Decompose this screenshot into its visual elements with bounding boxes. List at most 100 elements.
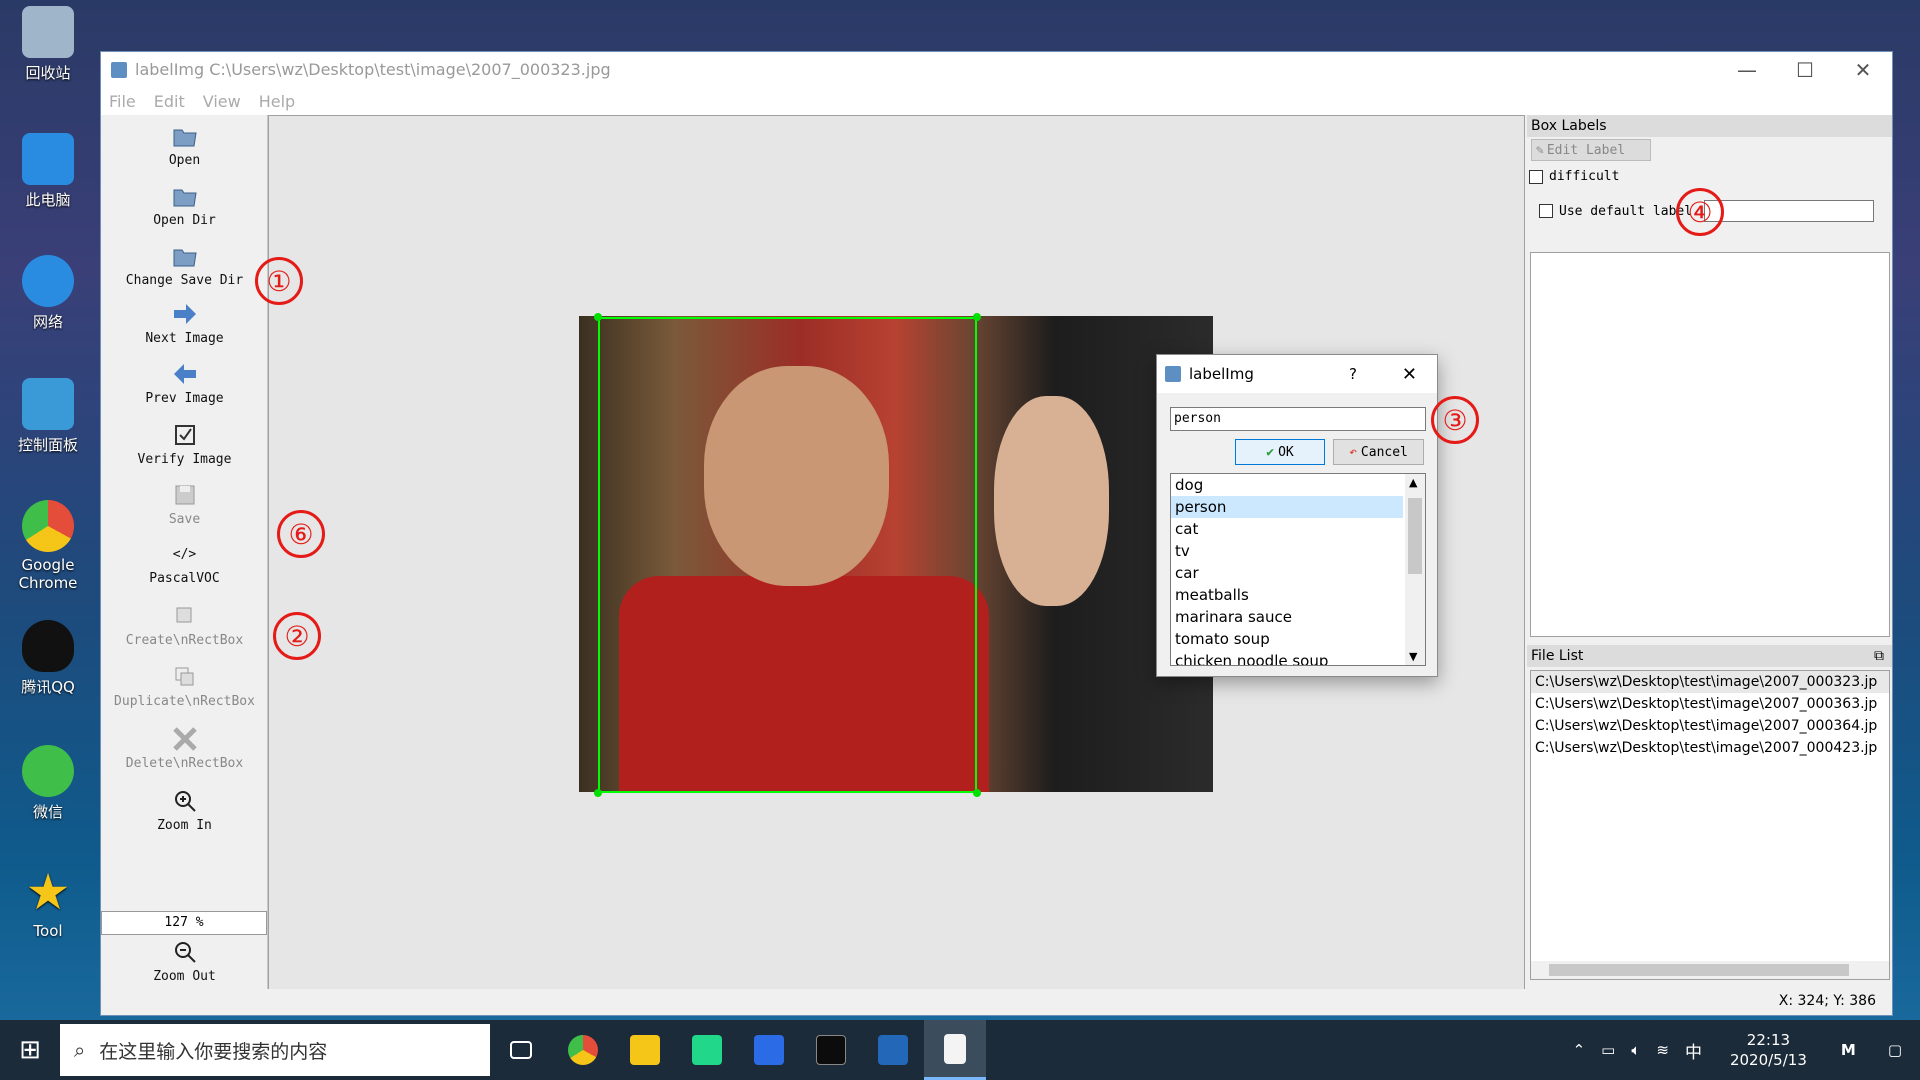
bbox-handle[interactable]	[594, 789, 602, 797]
label-option[interactable]: meatballs	[1171, 584, 1403, 606]
desktop-icon-qq[interactable]: 腾讯QQ	[8, 620, 88, 697]
change-save-dir-button[interactable]: Change Save Dir	[101, 243, 268, 288]
verify-image-button[interactable]: Verify Image	[101, 422, 268, 467]
battery-icon[interactable]: ▭	[1601, 1041, 1615, 1059]
zoom-out-button[interactable]: Zoom Out	[101, 939, 268, 984]
checkbox-box	[1529, 169, 1543, 184]
checkbox-checked-icon	[172, 422, 198, 448]
label-list[interactable]	[1530, 252, 1890, 637]
annotation-3: ③	[1431, 396, 1479, 444]
file-list-title-text: File List	[1531, 648, 1584, 664]
help-button[interactable]: ?	[1349, 365, 1357, 383]
scrollbar-thumb[interactable]	[1549, 964, 1849, 976]
scroll-up-icon[interactable]: ▲	[1409, 476, 1417, 489]
window-title: labelImg C:\Users\wz\Desktop\test\image\…	[135, 60, 611, 79]
chevron-up-icon[interactable]: ⌃	[1573, 1041, 1586, 1059]
desktop-icon-wechat[interactable]: 微信	[8, 745, 88, 822]
edit-label-text: Edit Label	[1546, 142, 1626, 158]
bbox-handle[interactable]	[594, 313, 602, 321]
status-bar: X: 324; Y: 386	[101, 989, 1892, 1015]
create-rectbox-button[interactable]: Create\nRectBox	[101, 603, 268, 648]
label-input[interactable]: person	[1170, 407, 1426, 431]
menu-help[interactable]: Help	[259, 92, 295, 111]
desktop-icon-chrome[interactable]: Google Chrome	[8, 500, 88, 592]
delete-x-icon	[172, 726, 198, 752]
taskbar-search[interactable]: ⌕ 在这里输入你要搜索的内容	[60, 1024, 490, 1076]
difficult-checkbox[interactable]: difficult	[1529, 169, 1892, 184]
next-image-button[interactable]: Next Image	[101, 301, 268, 346]
minimize-button[interactable]: —	[1718, 52, 1776, 87]
file-list-item[interactable]: C:\Users\wz\Desktop\test\image\2007_0003…	[1531, 671, 1889, 693]
window-controls: — ☐ ✕	[1718, 52, 1892, 87]
powershell-icon[interactable]	[862, 1020, 924, 1080]
dialog-close-button[interactable]: ✕	[1402, 364, 1417, 385]
desktop-icon-recycle-bin[interactable]: 回收站	[8, 6, 88, 83]
desktop-icon-network[interactable]: 网络	[8, 255, 88, 332]
labelimg-taskbar-icon[interactable]	[924, 1020, 986, 1080]
network-globe-icon	[22, 255, 74, 307]
clock[interactable]: 22:13 2020/5/13	[1730, 1030, 1807, 1070]
app-logo-icon[interactable]: M	[1841, 1041, 1856, 1059]
create-rect-icon	[172, 603, 198, 629]
open-dir-button[interactable]: Open Dir	[101, 183, 268, 228]
delete-rectbox-button[interactable]: Delete\nRectBox	[101, 726, 268, 771]
pycharm-icon[interactable]	[676, 1020, 738, 1080]
cancel-button[interactable]: ↶ Cancel	[1333, 439, 1424, 465]
float-dock-icon[interactable]: ⧉	[1874, 645, 1884, 667]
desktop-icon-tool[interactable]: ★ Tool	[8, 866, 88, 940]
close-button[interactable]: ✕	[1834, 52, 1892, 87]
label-option[interactable]: dog	[1171, 474, 1403, 496]
label-option[interactable]: tv	[1171, 540, 1403, 562]
window-titlebar[interactable]: labelImg C:\Users\wz\Desktop\test\image\…	[101, 52, 1892, 87]
default-label-input[interactable]	[1704, 200, 1875, 222]
label-history-list[interactable]: dog person cat tv car meatballs marinara…	[1170, 473, 1426, 666]
wifi-icon[interactable]: ≋	[1656, 1041, 1669, 1059]
system-tray: ⌃ ▭ 🔈︎ ≋ 中 22:13 2020/5/13 M ▢	[1565, 1020, 1920, 1080]
format-toggle-button[interactable]: </> PascalVOC	[101, 541, 268, 587]
ok-button[interactable]: ✔ OK	[1235, 439, 1325, 465]
ime-indicator[interactable]: 中	[1685, 1038, 1702, 1063]
menu-view[interactable]: View	[203, 92, 241, 111]
file-list-item[interactable]: C:\Users\wz\Desktop\test\image\2007_0003…	[1531, 693, 1889, 715]
dialog-title: labelImg	[1189, 365, 1254, 383]
label-option-selected[interactable]: person	[1171, 496, 1403, 518]
start-windows-icon[interactable]: ⊞	[0, 1020, 60, 1080]
file-list-title: File List ⧉	[1527, 645, 1892, 667]
chrome-taskbar-icon[interactable]	[552, 1020, 614, 1080]
maximize-button[interactable]: ☐	[1776, 52, 1834, 87]
save-button[interactable]: Save	[101, 482, 268, 527]
label-option[interactable]: car	[1171, 562, 1403, 584]
duplicate-rectbox-button[interactable]: Duplicate\nRectBox	[101, 664, 268, 709]
bounding-box[interactable]	[598, 317, 977, 793]
computer-icon	[22, 133, 74, 185]
terminal-icon[interactable]	[800, 1020, 862, 1080]
file-list-item[interactable]: C:\Users\wz\Desktop\test\image\2007_0004…	[1531, 737, 1889, 759]
menu-file[interactable]: File	[109, 92, 136, 111]
file-explorer-icon[interactable]	[614, 1020, 676, 1080]
zoom-in-button[interactable]: Zoom In	[101, 788, 268, 833]
desktop-icon-control-panel[interactable]: 控制面板	[8, 378, 88, 455]
menu-edit[interactable]: Edit	[154, 92, 185, 111]
bbox-handle[interactable]	[973, 789, 981, 797]
label-option[interactable]: cat	[1171, 518, 1403, 540]
horizontal-scrollbar[interactable]	[1531, 961, 1889, 979]
edit-label-button[interactable]: ✎ Edit Label	[1531, 139, 1651, 161]
file-list-item[interactable]: C:\Users\wz\Desktop\test\image\2007_0003…	[1531, 715, 1889, 737]
desktop-icon-this-pc[interactable]: 此电脑	[8, 133, 88, 210]
dialog-titlebar[interactable]: labelImg ? ✕	[1157, 355, 1437, 393]
wps-writer-icon[interactable]	[738, 1020, 800, 1080]
scrollbar-thumb[interactable]	[1408, 498, 1422, 574]
vertical-scrollbar[interactable]: ▲ ▼	[1405, 474, 1425, 665]
label-option[interactable]: tomato soup	[1171, 628, 1403, 650]
scroll-down-icon[interactable]: ▼	[1409, 650, 1417, 663]
open-button[interactable]: Open	[101, 123, 268, 168]
label-option[interactable]: marinara sauce	[1171, 606, 1403, 628]
file-list[interactable]: C:\Users\wz\Desktop\test\image\2007_0003…	[1530, 670, 1890, 980]
notification-icon[interactable]: ▢	[1888, 1041, 1902, 1059]
prev-image-button[interactable]: Prev Image	[101, 361, 268, 406]
bbox-handle[interactable]	[973, 313, 981, 321]
task-view-icon[interactable]	[490, 1020, 552, 1080]
zoom-level-spinbox[interactable]: 127 %	[101, 911, 267, 935]
volume-icon[interactable]: 🔈︎	[1631, 1041, 1640, 1059]
label-option[interactable]: chicken noodle soup	[1171, 650, 1403, 665]
